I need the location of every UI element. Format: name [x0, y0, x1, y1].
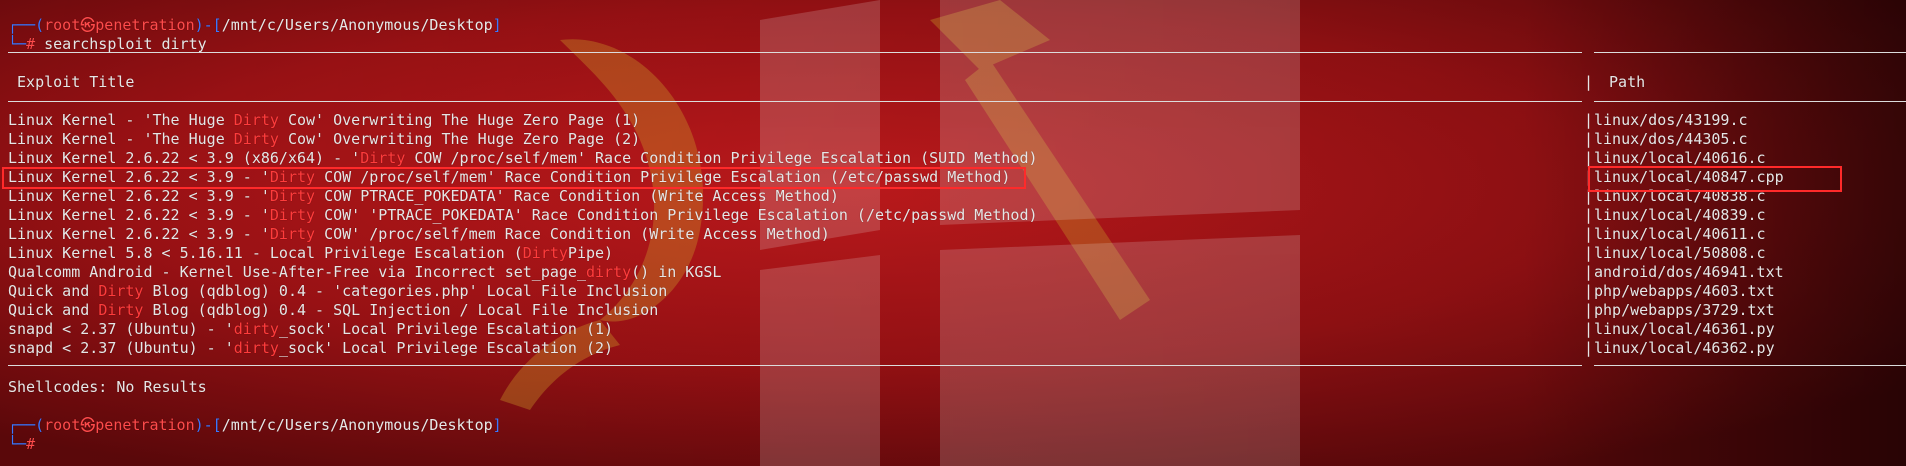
prompt-user: root [44, 416, 81, 434]
prompt-bracket: [ [212, 416, 222, 434]
prompt-paren: ( [35, 416, 45, 434]
table-row: snapd < 2.37 (Ubuntu) - 'dirty_sock' Loc… [8, 320, 614, 338]
prompt-cwd: /mnt/c/Users/Anonymous/Desktop [221, 416, 493, 434]
row-separator: | [1584, 301, 1594, 319]
prompt-bracket: [ [212, 16, 222, 34]
prompt-hash: # [26, 35, 36, 53]
table-rule-top-left [8, 52, 1582, 53]
row-separator: | [1584, 111, 1594, 129]
prompt-cwd: /mnt/c/Users/Anonymous/Desktop [221, 16, 493, 34]
prompt-dash: - [203, 16, 213, 34]
exploit-path: linux/local/46362.py [1594, 339, 1775, 357]
table-rule-bottom-right [1594, 365, 1906, 366]
table-row: Quick and Dirty Blog (qdblog) 0.4 - 'cat… [8, 282, 668, 300]
table-row: Quick and Dirty Blog (qdblog) 0.4 - SQL … [8, 301, 659, 319]
table-row: Linux Kernel 2.6.22 < 3.9 - 'Dirty COW' … [8, 206, 1038, 224]
exploit-path: linux/dos/43199.c [1594, 111, 1748, 129]
table-rule-header-right [1594, 101, 1906, 102]
row-separator: | [1584, 130, 1594, 148]
column-header-path: Path [1600, 73, 1646, 91]
exploit-path: linux/local/46361.py [1594, 320, 1775, 338]
prompt-corner: └─ [8, 435, 27, 453]
prompt-paren: ( [35, 16, 45, 34]
annotation-box-exploit [2, 167, 1026, 189]
prompt-dash: - [203, 416, 213, 434]
exploit-path: linux/local/40839.c [1594, 206, 1766, 224]
row-separator: | [1584, 225, 1594, 243]
row-separator: | [1584, 206, 1594, 224]
table-row: Linux Kernel 2.6.22 < 3.9 - 'Dirty COW' … [8, 225, 830, 243]
table-rule-header-left [8, 101, 1582, 102]
table-row: Linux Kernel - 'The Huge Dirty Cow' Over… [8, 130, 641, 148]
table-row: snapd < 2.37 (Ubuntu) - 'dirty_sock' Loc… [8, 339, 614, 357]
prompt-line-1: ┌──(root㉿penetration)-[/mnt/c/Users/Anon… [8, 16, 502, 35]
row-separator: | [1584, 244, 1594, 262]
terminal-window[interactable]: ┌──(root㉿penetration)-[/mnt/c/Users/Anon… [0, 0, 1906, 466]
exploit-path: php/webapps/3729.txt [1594, 301, 1775, 319]
prompt-at-symbol: ㉿ [80, 416, 96, 434]
exploit-path: android/dos/46941.txt [1594, 263, 1784, 281]
table-rule-top-right [1594, 52, 1906, 53]
prompt-host: penetration [95, 16, 195, 34]
shellcodes-status: Shellcodes: No Results [8, 378, 207, 396]
command-line-2[interactable]: └─# [8, 435, 35, 454]
table-row: Linux Kernel - 'The Huge Dirty Cow' Over… [8, 111, 641, 129]
prompt-line-2: ┌──(root㉿penetration)-[/mnt/c/Users/Anon… [8, 416, 502, 435]
prompt-corner: ┌── [8, 16, 36, 34]
exploit-path: linux/local/50808.c [1594, 244, 1766, 262]
prompt-corner: ┌── [8, 416, 36, 434]
prompt-paren: ) [194, 416, 204, 434]
exploit-path: linux/dos/44305.c [1594, 130, 1748, 148]
row-separator: | [1584, 320, 1594, 338]
table-row: Linux Kernel 5.8 < 5.16.11 - Local Privi… [8, 244, 614, 262]
row-separator: | [1584, 339, 1594, 357]
row-separator: | [1584, 282, 1594, 300]
annotation-box-path [1588, 166, 1842, 192]
column-header-exploit-title: Exploit Title [8, 73, 135, 91]
column-separator: | [1584, 73, 1594, 91]
table-rule-bottom-left [8, 365, 1582, 366]
prompt-hash: # [26, 435, 36, 453]
command-text: searchsploit dirty [35, 35, 207, 53]
prompt-bracket: ] [492, 16, 502, 34]
prompt-host: penetration [95, 416, 195, 434]
table-row: Linux Kernel 2.6.22 < 3.9 - 'Dirty COW P… [8, 187, 839, 205]
prompt-bracket: ] [492, 416, 502, 434]
prompt-paren: ) [194, 16, 204, 34]
table-row: Qualcomm Android - Kernel Use-After-Free… [8, 263, 722, 281]
prompt-user: root [44, 16, 81, 34]
prompt-corner: └─ [8, 35, 27, 53]
exploit-path: php/webapps/4603.txt [1594, 282, 1775, 300]
row-separator: | [1584, 263, 1594, 281]
table-row: Linux Kernel 2.6.22 < 3.9 (x86/x64) - 'D… [8, 149, 1038, 167]
exploit-path: linux/local/40611.c [1594, 225, 1766, 243]
prompt-at-symbol: ㉿ [80, 16, 96, 34]
